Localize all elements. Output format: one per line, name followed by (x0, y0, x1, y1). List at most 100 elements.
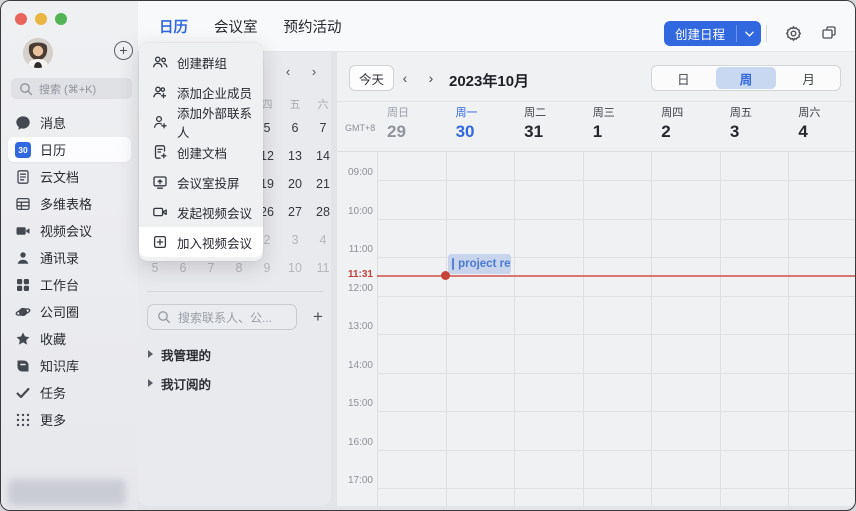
day-header-30[interactable]: 周一 30 (456, 104, 478, 142)
view-month[interactable]: 月 (778, 67, 839, 89)
menu-item-label: 会议室投屏 (177, 176, 240, 191)
mini-calendar-day[interactable]: 11 (309, 261, 337, 275)
timezone-label: GMT+8 (345, 123, 376, 133)
date-label: 31 (524, 122, 544, 141)
sidebar-item-label: 通讯录 (40, 251, 80, 266)
day-header-3[interactable]: 周五 3 (730, 104, 752, 142)
mini-calendar-prev-icon[interactable]: ‹ (279, 63, 297, 81)
mini-calendar-day[interactable]: 3 (281, 233, 309, 247)
mini-calendar-day[interactable]: 6 (169, 261, 197, 275)
mini-calendar-day[interactable]: 21 (309, 177, 337, 191)
chevron-down-icon[interactable] (737, 21, 761, 46)
tab-events[interactable]: 预约活动 (284, 16, 342, 37)
mini-calendar-day[interactable]: 6 (281, 121, 309, 135)
menu-item-create-group[interactable]: 创建群组 (139, 47, 263, 77)
view-week[interactable]: 周 (715, 67, 777, 89)
section-label: 我订阅的 (161, 377, 212, 392)
mini-calendar-day[interactable]: 13 (281, 149, 309, 163)
sidebar-item-docs[interactable]: 云文档 (1, 163, 138, 190)
mini-calendar-day[interactable]: 14 (309, 149, 337, 163)
menu-item-add-external[interactable]: 添加外部联系人 (139, 107, 263, 140)
sidebar-item-workbench[interactable]: 工作台 (1, 271, 138, 298)
mini-calendar-day[interactable]: 7 (197, 261, 225, 275)
mini-calendar-weekday: 六 (317, 99, 329, 111)
sidebar-item-label: 收藏 (40, 332, 67, 347)
today-button[interactable]: 今天 (349, 65, 395, 91)
day-header-31[interactable]: 周二 31 (524, 104, 546, 142)
date-label: 2 (661, 122, 671, 141)
day-header-4[interactable]: 周六 4 (798, 104, 820, 142)
avatar[interactable] (23, 38, 53, 68)
close-window-button[interactable] (15, 13, 27, 25)
date-label: 3 (729, 122, 740, 141)
sidebar-item-favorites[interactable]: 收藏 (1, 325, 138, 352)
plus-menu-button[interactable]: + (114, 41, 133, 60)
date-label: 29 (387, 122, 406, 141)
menu-item-join-video-call[interactable]: 加入视频会议 (139, 227, 263, 257)
sidebar-item-meetings[interactable]: 视频会议 (1, 217, 138, 244)
hour-label: 15:00 (347, 398, 373, 409)
day-header-1[interactable]: 周三 1 (593, 104, 615, 142)
settings-gear-icon[interactable] (783, 23, 803, 43)
view-day[interactable]: 日 (653, 67, 714, 89)
menu-item-start-video-call[interactable]: 发起视频会议 (139, 197, 263, 227)
tab-meeting-rooms[interactable]: 会议室 (214, 16, 258, 37)
sidebar-item-more[interactable]: 更多 (1, 406, 138, 433)
mini-calendar-day[interactable]: 20 (281, 177, 309, 191)
weekday-label: 周六 (798, 107, 821, 119)
mini-calendar-day[interactable]: 27 (281, 205, 309, 219)
minimize-window-button[interactable] (35, 13, 47, 25)
sidebar-item-messages[interactable]: 消息 (1, 109, 138, 136)
tab-calendar[interactable]: 日历 (159, 16, 188, 37)
event-block[interactable]: project revi (447, 254, 512, 274)
sidebar-item-label: 工作台 (40, 278, 80, 293)
workbench-icon (15, 277, 31, 293)
view-switcher: 日周月 (651, 65, 841, 91)
sidebar: + 搜索 (⌘+K) 消息 30 日历 云文档多维表格视频会议通讯录工作台公司圈收藏知… (1, 1, 138, 510)
calendar-section-subscribed[interactable]: 我订阅的 (148, 371, 211, 395)
redacted-workspace-label (8, 479, 126, 506)
contact-search-input[interactable]: 搜索联系人、公... (147, 304, 297, 330)
create-event-button[interactable]: 创建日程 (664, 21, 762, 46)
sidebar-item-label: 公司圈 (40, 305, 80, 320)
open-new-window-icon[interactable] (819, 23, 839, 43)
mini-calendar-day[interactable]: 4 (309, 233, 337, 247)
menu-item-label: 创建群组 (177, 56, 228, 71)
sidebar-item-contacts[interactable]: 通讯录 (1, 244, 138, 271)
day-header-2[interactable]: 周四 2 (661, 104, 683, 142)
global-search-input[interactable]: 搜索 (⌘+K) (11, 78, 132, 99)
sidebar-item-tasks[interactable]: 任务 (1, 379, 138, 406)
mini-calendar-day[interactable]: 5 (141, 261, 169, 275)
current-time-label: 11:31 (347, 269, 373, 280)
mini-calendar-day[interactable]: 10 (281, 261, 309, 275)
menu-item-room-cast[interactable]: 会议室投屏 (139, 167, 263, 197)
day-header-29[interactable]: 周日 29 (387, 104, 409, 142)
weekday-label: 周二 (524, 107, 547, 119)
menu-item-create-doc[interactable]: 创建文档 (139, 137, 263, 167)
date-label: 4 (798, 122, 808, 141)
sidebar-item-label: 多维表格 (40, 197, 93, 212)
add-calendar-button[interactable]: + (305, 304, 331, 330)
sidebar-item-base[interactable]: 多维表格 (1, 190, 138, 217)
app-window: + 搜索 (⌘+K) 消息 30 日历 云文档多维表格视频会议通讯录工作台公司圈收藏知… (0, 0, 856, 511)
mini-calendar-next-icon[interactable]: › (305, 63, 323, 81)
mini-calendar-day[interactable]: 8 (225, 261, 253, 275)
weekday-label: 周四 (661, 107, 684, 119)
sidebar-item-wiki[interactable]: 知识库 (1, 352, 138, 379)
dots-grid-icon (15, 412, 31, 428)
menu-item-label: 创建文档 (177, 146, 228, 161)
next-week-icon[interactable]: › (421, 68, 441, 88)
docs-icon (15, 169, 31, 185)
prev-week-icon[interactable]: ‹ (395, 68, 415, 88)
search-icon (156, 309, 172, 325)
search-icon (18, 81, 34, 97)
global-search-placeholder: 搜索 (⌘+K) (39, 83, 97, 96)
group-icon (152, 54, 168, 70)
calendar-section-managed[interactable]: 我管理的 (148, 342, 211, 366)
sidebar-item-moments[interactable]: 公司圈 (1, 298, 138, 325)
mini-calendar-day[interactable]: 28 (309, 205, 337, 219)
zoom-window-button[interactable] (55, 13, 67, 25)
mini-calendar-day[interactable]: 9 (253, 261, 281, 275)
sidebar-item-calendar[interactable]: 30 日历 (1, 136, 138, 163)
mini-calendar-day[interactable]: 7 (309, 121, 337, 135)
